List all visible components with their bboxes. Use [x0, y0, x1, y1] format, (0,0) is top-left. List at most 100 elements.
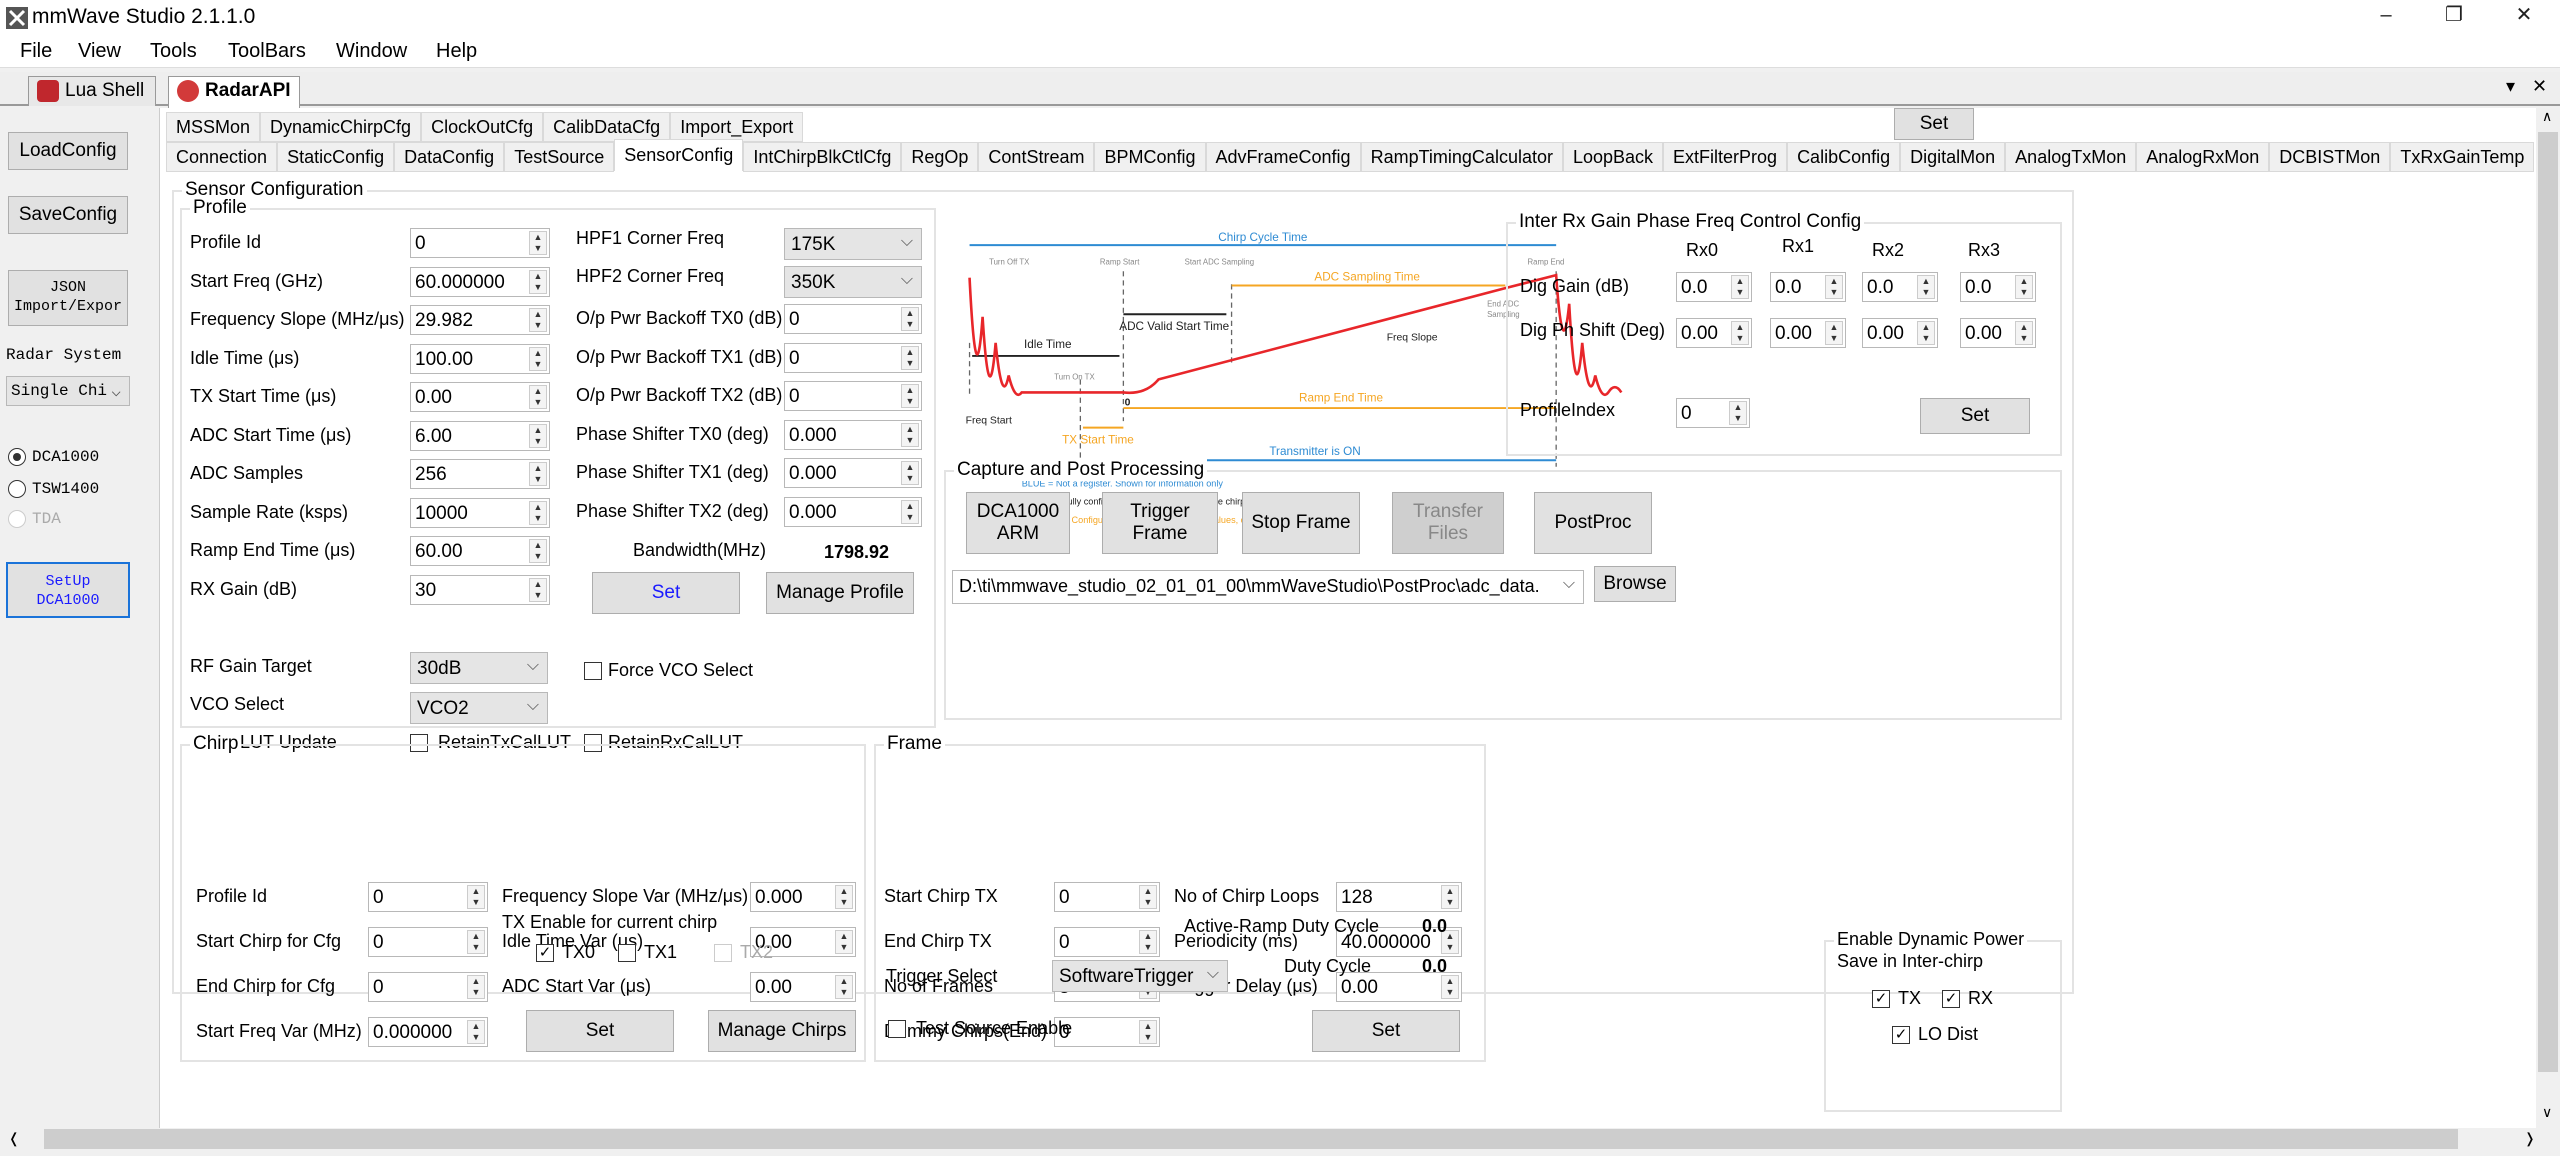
tab-staticconfig[interactable]: StaticConfig	[277, 142, 395, 172]
profile-field-0-spinner[interactable]: 0 ▲ ▼	[410, 228, 550, 258]
spinner-arrows-icon[interactable]: ▲▼	[529, 269, 547, 294]
tab-sensorconfig[interactable]: SensorConfig	[614, 139, 744, 171]
chirp-left-field-0-spinner[interactable]: 0 ▲ ▼	[368, 882, 488, 912]
spinner-arrows-icon[interactable]: ▲▼	[529, 462, 547, 486]
hpf2-select[interactable]: 350K ⌵	[784, 266, 922, 298]
spinner-arrows-icon[interactable]: ▲▼	[529, 500, 547, 525]
spinner-arrows-icon[interactable]: ▲▼	[1917, 321, 1935, 345]
tab-testsource[interactable]: TestSource	[504, 142, 615, 172]
dig-ph-rx2-spinner[interactable]: 0.00 ▲ ▼	[1862, 318, 1938, 348]
manage-profile-button[interactable]: Manage Profile	[766, 572, 914, 614]
minimize-button[interactable]: –	[2356, 0, 2416, 32]
spinner-arrows-icon[interactable]: ▲▼	[529, 346, 547, 371]
spinner-arrows-icon[interactable]: ▲▼	[1825, 275, 1843, 299]
dig-gain-rx3-spinner[interactable]: 0.0 ▲ ▼	[1960, 272, 2036, 302]
save-config-button[interactable]: SaveConfig	[8, 196, 128, 234]
profile-right-field-5-spinner[interactable]: 0.000 ▲ ▼	[784, 496, 922, 527]
spinner-arrows-icon[interactable]: ▲▼	[901, 384, 919, 408]
chirp-left-field-2-spinner[interactable]: 0 ▲ ▼	[368, 972, 488, 1002]
spinner-arrows-icon[interactable]: ▲▼	[529, 231, 547, 255]
tab-contstream[interactable]: ContStream	[978, 142, 1095, 172]
adc-data-path-select[interactable]: D:\ti\mmwave_studio_02_01_01_00\mmWaveSt…	[952, 570, 1584, 604]
tab-dynamicchirpcfg[interactable]: DynamicChirpCfg	[260, 112, 422, 142]
spinner-arrows-icon[interactable]: ▲▼	[467, 975, 485, 999]
power-save-tx-checkbox[interactable]: ✓	[1872, 990, 1890, 1008]
tab-loopback[interactable]: LoopBack	[1562, 142, 1664, 172]
chirp-set-button[interactable]: Set	[526, 1010, 674, 1052]
frame-left-field-0-spinner[interactable]: 0 ▲ ▼	[1054, 882, 1160, 912]
spinner-arrows-icon[interactable]: ▲▼	[1139, 930, 1157, 954]
tab-import-export[interactable]: Import_Export	[670, 112, 804, 142]
spinner-arrows-icon[interactable]: ▲▼	[467, 885, 485, 909]
spinner-arrows-icon[interactable]: ▲▼	[529, 308, 547, 332]
tab-ramptimingcalculator[interactable]: RampTimingCalculator	[1360, 142, 1563, 172]
vco-select[interactable]: VCO2 ⌵	[410, 692, 548, 724]
tab-dcbistmon[interactable]: DCBISTMon	[2269, 142, 2391, 172]
chirp-left-field-1-spinner[interactable]: 0 ▲ ▼	[368, 927, 488, 957]
spinner-arrows-icon[interactable]: ▲▼	[529, 539, 547, 563]
tab-clockoutcfg[interactable]: ClockOutCfg	[421, 112, 544, 142]
spinner-arrows-icon[interactable]: ▲▼	[1825, 321, 1843, 345]
profile-right-field-0-spinner[interactable]: 0 ▲ ▼	[784, 304, 922, 334]
menu-file[interactable]: File	[20, 40, 52, 63]
radio-tsw1400[interactable]	[8, 480, 26, 498]
profile-right-field-2-spinner[interactable]: 0 ▲ ▼	[784, 381, 922, 411]
frame-set-button[interactable]: Set	[1312, 1010, 1460, 1052]
vertical-scrollbar[interactable]: ∧ ∨	[2536, 108, 2560, 1128]
profile-right-field-4-spinner[interactable]: 0.000 ▲ ▼	[784, 458, 922, 488]
tx0-checkbox[interactable]: ✓	[536, 944, 554, 962]
scroll-left-icon[interactable]: ❬	[8, 1130, 20, 1147]
trigger-frame-button[interactable]: Trigger Frame	[1102, 492, 1218, 554]
spinner-arrows-icon[interactable]: ▲▼	[1731, 321, 1749, 345]
radar-system-select[interactable]: Single Chi ⌵	[6, 376, 130, 406]
spinner-arrows-icon[interactable]: ▲▼	[1441, 975, 1459, 999]
profile-set-button[interactable]: Set	[592, 572, 740, 614]
spinner-arrows-icon[interactable]: ▲▼	[1731, 275, 1749, 299]
menu-toolbars[interactable]: ToolBars	[228, 40, 306, 63]
tab-analogtxmon[interactable]: AnalogTxMon	[2005, 142, 2137, 172]
spinner-arrows-icon[interactable]: ▲▼	[901, 307, 919, 331]
stop-frame-button[interactable]: Stop Frame	[1242, 492, 1360, 554]
profile-field-9-spinner[interactable]: 30 ▲ ▼	[410, 574, 550, 605]
maximize-button[interactable]: ❐	[2424, 0, 2484, 32]
tab-regop[interactable]: RegOp	[901, 142, 979, 172]
spinner-arrows-icon[interactable]: ▲▼	[901, 422, 919, 447]
spinner-arrows-icon[interactable]: ▲▼	[901, 499, 919, 524]
dca1000-arm-button[interactable]: DCA1000 ARM	[966, 492, 1070, 554]
load-config-button[interactable]: LoadConfig	[8, 132, 128, 170]
spinner-arrows-icon[interactable]: ▲▼	[529, 385, 547, 409]
tab-dataconfig[interactable]: DataConfig	[394, 142, 505, 172]
spinner-arrows-icon[interactable]: ▲▼	[1139, 885, 1157, 909]
doc-tab-lua-shell[interactable]: Lua Shell	[28, 76, 156, 106]
spinner-arrows-icon[interactable]: ▲▼	[901, 345, 919, 370]
dig-gain-rx1-spinner[interactable]: 0.0 ▲ ▼	[1770, 272, 1846, 302]
dig-ph-rx0-spinner[interactable]: 0.00 ▲ ▼	[1676, 318, 1752, 348]
tab-connection[interactable]: Connection	[166, 142, 278, 172]
dig-gain-rx0-spinner[interactable]: 0.0 ▲ ▼	[1676, 272, 1752, 302]
radio-dca1000[interactable]	[8, 448, 26, 466]
profile-right-field-1-spinner[interactable]: 0 ▲ ▼	[784, 342, 922, 373]
power-save-lo-checkbox[interactable]: ✓	[1892, 1026, 1910, 1044]
scroll-up-icon[interactable]: ∧	[2542, 108, 2552, 125]
tab-close-icon[interactable]: ✕	[2532, 76, 2547, 97]
horizontal-scrollbar[interactable]: ❬ ❭	[0, 1128, 2560, 1150]
rf-gain-target-select[interactable]: 30dB ⌵	[410, 652, 548, 684]
profile-right-field-3-spinner[interactable]: 0.000 ▲ ▼	[784, 419, 922, 450]
dig-ph-rx3-spinner[interactable]: 0.00 ▲ ▼	[1960, 318, 2036, 348]
tx1-checkbox[interactable]	[618, 944, 636, 962]
tab-digitalmon[interactable]: DigitalMon	[1900, 142, 2006, 172]
tab-mssmon[interactable]: MSSMon	[166, 112, 261, 142]
tab-intchirpblkctlcfg[interactable]: IntChirpBlkCtlCfg	[743, 142, 902, 172]
tab-bpmconfig[interactable]: BPMConfig	[1094, 142, 1206, 172]
test-source-enable-checkbox[interactable]	[888, 1020, 906, 1038]
scroll-right-icon[interactable]: ❭	[2524, 1130, 2536, 1147]
vertical-scroll-thumb[interactable]	[2538, 132, 2558, 1072]
spinner-arrows-icon[interactable]: ▲▼	[1917, 275, 1935, 299]
postproc-button[interactable]: PostProc	[1534, 492, 1652, 554]
trigger-select[interactable]: SoftwareTrigger ⌵	[1052, 960, 1228, 992]
spinner-arrows-icon[interactable]: ▲▼	[901, 461, 919, 485]
spinner-arrows-icon[interactable]: ▲▼	[467, 1020, 485, 1044]
json-import-export-button[interactable]: JSON Import/Expor	[8, 270, 128, 326]
tab-list-dropdown[interactable]: ▾	[2506, 76, 2515, 97]
profile-field-3-spinner[interactable]: 100.00 ▲ ▼	[410, 343, 550, 374]
